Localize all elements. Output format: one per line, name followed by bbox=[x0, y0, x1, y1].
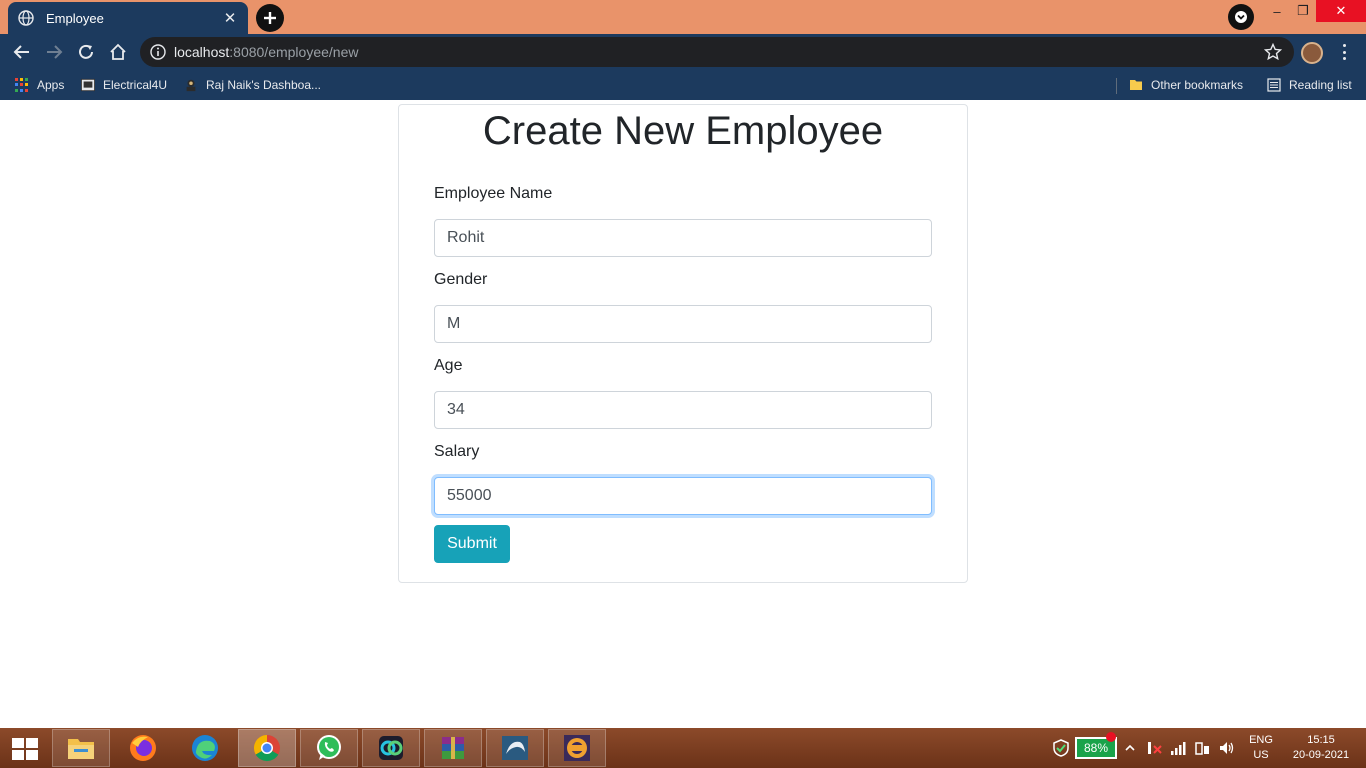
site-info-icon[interactable] bbox=[150, 44, 166, 60]
forward-arrow-icon[interactable] bbox=[42, 40, 66, 64]
bookmarks-bar: Apps Electrical4U Raj Naik's Dashboa... … bbox=[0, 70, 1366, 100]
bookmark-dashboard[interactable]: Raj Naik's Dashboa... bbox=[184, 76, 321, 94]
clock-time: 15:15 bbox=[1307, 734, 1335, 746]
bookmark-other-label: Other bookmarks bbox=[1151, 78, 1244, 92]
employee-form-card: Create New Employee Employee Name Gender… bbox=[398, 104, 968, 583]
edge-icon[interactable] bbox=[176, 729, 234, 767]
windows-start-icon[interactable] bbox=[12, 738, 38, 760]
employee-name-group: Employee Name bbox=[434, 185, 932, 257]
electrical4u-icon bbox=[81, 78, 95, 92]
firefox-icon[interactable] bbox=[114, 729, 172, 767]
close-tab-icon[interactable]: ✕ bbox=[222, 9, 238, 27]
salary-group: Salary bbox=[434, 443, 932, 515]
browser-menu-icon[interactable] bbox=[1336, 42, 1352, 62]
bookmark-electrical4u[interactable]: Electrical4U bbox=[81, 76, 167, 94]
page-viewport: Create New Employee Employee Name Gender… bbox=[0, 100, 1366, 728]
globe-icon bbox=[18, 10, 34, 26]
browser-tab-strip: Employee ✕ – ❐ ✕ bbox=[0, 0, 1366, 34]
back-arrow-icon[interactable] bbox=[10, 40, 34, 64]
reading-list[interactable]: Reading list bbox=[1267, 76, 1352, 94]
url-host: localhost bbox=[174, 44, 230, 60]
profile-avatar[interactable] bbox=[1301, 42, 1323, 64]
employee-name-input[interactable] bbox=[434, 219, 932, 257]
notification-dot-icon bbox=[1106, 732, 1116, 742]
folder-icon bbox=[1129, 78, 1143, 92]
tab-employee[interactable]: Employee ✕ bbox=[8, 2, 248, 34]
apps-grid-icon bbox=[15, 78, 29, 92]
gender-input[interactable] bbox=[434, 305, 932, 343]
bookmark-star-icon[interactable] bbox=[1264, 43, 1282, 61]
clock-date: 20-09-2021 bbox=[1292, 749, 1350, 761]
page-title: Create New Employee bbox=[482, 109, 884, 153]
salary-input[interactable] bbox=[434, 477, 932, 515]
bookmark-apps-label: Apps bbox=[37, 78, 65, 92]
tab-search-icon[interactable] bbox=[1228, 4, 1254, 30]
language-code: ENG bbox=[1249, 734, 1273, 746]
close-window-button[interactable]: ✕ bbox=[1316, 0, 1366, 22]
employee-name-label: Employee Name bbox=[434, 185, 553, 202]
age-group: Age bbox=[434, 357, 932, 429]
gender-group: Gender bbox=[434, 271, 932, 343]
bookmark-electrical4u-label: Electrical4U bbox=[103, 78, 168, 92]
browser-toolbar: localhost :8080/employee/new bbox=[0, 34, 1366, 70]
reload-icon[interactable] bbox=[74, 40, 98, 64]
keyboard-region: US bbox=[1253, 749, 1269, 761]
bookmark-apps[interactable]: Apps bbox=[15, 76, 64, 94]
windows-taskbar: 88% ENG US 15:15 20-09-2021 bbox=[0, 728, 1366, 768]
new-tab-button[interactable] bbox=[256, 4, 284, 32]
signal-bars-icon[interactable] bbox=[1170, 728, 1188, 768]
defender-shield-icon[interactable] bbox=[1052, 728, 1070, 768]
system-clock[interactable]: 15:15 20-09-2021 bbox=[1284, 733, 1358, 763]
dashboard-icon bbox=[184, 78, 198, 92]
salary-label: Salary bbox=[434, 443, 480, 460]
bookmark-dashboard-label: Raj Naik's Dashboa... bbox=[206, 78, 322, 92]
eclipse-javaee-icon[interactable] bbox=[548, 729, 606, 767]
whatsapp-icon[interactable] bbox=[300, 729, 358, 767]
network-disconnected-icon[interactable] bbox=[1146, 728, 1164, 768]
tray-overflow-icon[interactable] bbox=[1124, 728, 1136, 768]
restore-button[interactable]: ❐ bbox=[1292, 0, 1314, 22]
reading-list-icon bbox=[1267, 78, 1281, 92]
address-bar[interactable]: localhost :8080/employee/new bbox=[140, 37, 1294, 67]
tab-title: Employee bbox=[46, 10, 104, 26]
minimize-button[interactable]: – bbox=[1266, 0, 1288, 22]
bookmark-other[interactable]: Other bookmarks bbox=[1129, 76, 1243, 94]
app-icon[interactable] bbox=[362, 729, 420, 767]
input-language[interactable]: ENG US bbox=[1246, 733, 1276, 763]
home-icon[interactable] bbox=[106, 40, 130, 64]
reading-list-label: Reading list bbox=[1289, 78, 1352, 92]
chrome-icon[interactable] bbox=[238, 729, 296, 767]
age-label: Age bbox=[434, 357, 463, 374]
submit-button[interactable]: Submit bbox=[434, 525, 510, 563]
usb-device-icon[interactable] bbox=[1194, 728, 1212, 768]
bookmarks-divider bbox=[1116, 78, 1117, 94]
gender-label: Gender bbox=[434, 271, 488, 288]
winrar-icon[interactable] bbox=[424, 729, 482, 767]
file-explorer-icon[interactable] bbox=[52, 729, 110, 767]
url-path: :8080/employee/new bbox=[229, 44, 359, 60]
volume-icon[interactable] bbox=[1218, 728, 1236, 768]
mysql-icon[interactable] bbox=[486, 729, 544, 767]
age-input[interactable] bbox=[434, 391, 932, 429]
